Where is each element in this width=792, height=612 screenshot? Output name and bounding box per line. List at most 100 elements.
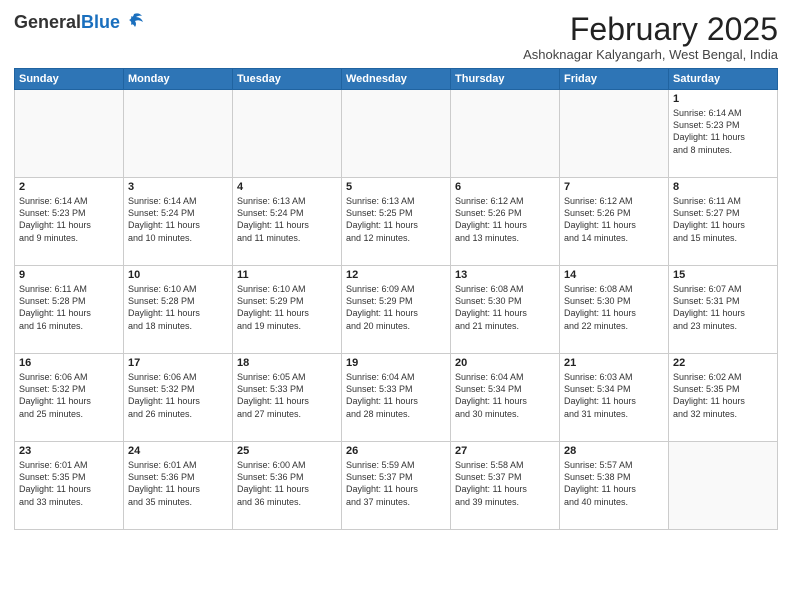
day-number: 6 [455,181,555,193]
col-tuesday: Tuesday [233,69,342,90]
table-row: 14Sunrise: 6:08 AM Sunset: 5:30 PM Dayli… [560,266,669,354]
month-title: February 2025 [523,12,778,47]
day-number: 13 [455,269,555,281]
logo-general-text: General [14,12,81,32]
table-row [451,90,560,178]
col-saturday: Saturday [669,69,778,90]
col-sunday: Sunday [15,69,124,90]
table-row: 24 Sunrise: 6:01 AM Sunset: 5:36 PM Dayli… [124,442,233,530]
day-number: 2 [19,181,119,193]
day-number: 14 [564,269,664,281]
day-info: Sunrise: 6:06 AM Sunset: 5:32 PM Dayligh… [19,371,119,420]
day-number: 11 [237,269,337,281]
day-number: 26 [346,445,446,457]
col-wednesday: Wednesday [342,69,451,90]
day-info: Sunrise: 6:10 AM Sunset: 5:29 PM Dayligh… [237,283,337,332]
table-row [15,90,124,178]
day-number: 16 [19,357,119,369]
table-row: 17 Sunrise: 6:06 AM Sunset: 5:32 PM Dayli… [124,354,233,442]
day-number: 23 [19,445,119,457]
day-number: 19 [346,357,446,369]
day-number: 8 [673,181,773,193]
day-number: 17 [128,357,228,369]
calendar-week-row: 16 Sunrise: 6:06 AM Sunset: 5:32 PM Dayli… [15,354,778,442]
day-number: 15 [673,269,773,281]
day-info: Sunrise: 5:57 AM Sunset: 5:38 PM Dayligh… [564,459,664,508]
logo-blue-text: Blue [81,12,120,32]
day-info: Sunrise: 6:14 AM Sunset: 5:24 PM Dayligh… [128,195,228,244]
day-info: Sunrise: 6:10 AM Sunset: 5:28 PM Dayligh… [128,283,228,332]
day-number: 24 [128,445,228,457]
day-number: 25 [237,445,337,457]
day-info: Sunrise: 6:14 AM Sunset: 5:23 PM Dayligh… [19,195,119,244]
page: GeneralBlue February 2025 Ashoknagar Kal… [0,0,792,612]
table-row: 16 Sunrise: 6:06 AM Sunset: 5:32 PM Dayli… [15,354,124,442]
table-row: 6Sunrise: 6:12 AM Sunset: 5:26 PM Daylig… [451,178,560,266]
table-row: 18 Sunrise: 6:05 AM Sunset: 5:33 PM Dayli… [233,354,342,442]
calendar-week-row: 9 Sunrise: 6:11 AM Sunset: 5:28 PM Daylig… [15,266,778,354]
table-row: 7Sunrise: 6:12 AM Sunset: 5:26 PM Daylig… [560,178,669,266]
table-row: 11 Sunrise: 6:10 AM Sunset: 5:29 PM Dayli… [233,266,342,354]
table-row: 25 Sunrise: 6:00 AM Sunset: 5:36 PM Dayli… [233,442,342,530]
table-row: 1Sunrise: 6:14 AM Sunset: 5:23 PM Daylig… [669,90,778,178]
calendar-week-row: 2 Sunrise: 6:14 AM Sunset: 5:23 PM Daylig… [15,178,778,266]
title-block: February 2025 Ashoknagar Kalyangarh, Wes… [523,12,778,62]
table-row: 9 Sunrise: 6:11 AM Sunset: 5:28 PM Daylig… [15,266,124,354]
table-row: 8 Sunrise: 6:11 AM Sunset: 5:27 PM Daylig… [669,178,778,266]
table-row: 13 Sunrise: 6:08 AM Sunset: 5:30 PM Dayli… [451,266,560,354]
day-info: Sunrise: 5:58 AM Sunset: 5:37 PM Dayligh… [455,459,555,508]
day-number: 20 [455,357,555,369]
day-number: 3 [128,181,228,193]
col-thursday: Thursday [451,69,560,90]
day-number: 18 [237,357,337,369]
day-info: Sunrise: 6:13 AM Sunset: 5:24 PM Dayligh… [237,195,337,244]
table-row: 27 Sunrise: 5:58 AM Sunset: 5:37 PM Dayli… [451,442,560,530]
table-row: 19Sunrise: 6:04 AM Sunset: 5:33 PM Dayli… [342,354,451,442]
table-row: 12 Sunrise: 6:09 AM Sunset: 5:29 PM Dayli… [342,266,451,354]
table-row [233,90,342,178]
calendar-table: Sunday Monday Tuesday Wednesday Thursday… [14,68,778,530]
header: GeneralBlue February 2025 Ashoknagar Kal… [14,12,778,62]
day-info: Sunrise: 6:01 AM Sunset: 5:35 PM Dayligh… [19,459,119,508]
table-row [669,442,778,530]
table-row [124,90,233,178]
day-info: Sunrise: 6:05 AM Sunset: 5:33 PM Dayligh… [237,371,337,420]
day-number: 10 [128,269,228,281]
calendar-week-row: 23 Sunrise: 6:01 AM Sunset: 5:35 PM Dayli… [15,442,778,530]
day-info: Sunrise: 6:11 AM Sunset: 5:27 PM Dayligh… [673,195,773,244]
day-info: Sunrise: 6:01 AM Sunset: 5:36 PM Dayligh… [128,459,228,508]
table-row [560,90,669,178]
table-row: 4 Sunrise: 6:13 AM Sunset: 5:24 PM Daylig… [233,178,342,266]
day-info: Sunrise: 6:11 AM Sunset: 5:28 PM Dayligh… [19,283,119,332]
day-info: Sunrise: 6:08 AM Sunset: 5:30 PM Dayligh… [455,283,555,332]
day-info: Sunrise: 6:09 AM Sunset: 5:29 PM Dayligh… [346,283,446,332]
day-info: Sunrise: 6:02 AM Sunset: 5:35 PM Dayligh… [673,371,773,420]
day-info: Sunrise: 6:07 AM Sunset: 5:31 PM Dayligh… [673,283,773,332]
table-row: 21Sunrise: 6:03 AM Sunset: 5:34 PM Dayli… [560,354,669,442]
calendar-week-row: 1Sunrise: 6:14 AM Sunset: 5:23 PM Daylig… [15,90,778,178]
day-number: 12 [346,269,446,281]
day-info: Sunrise: 6:06 AM Sunset: 5:32 PM Dayligh… [128,371,228,420]
table-row: 22 Sunrise: 6:02 AM Sunset: 5:35 PM Dayli… [669,354,778,442]
day-number: 9 [19,269,119,281]
day-number: 27 [455,445,555,457]
day-number: 28 [564,445,664,457]
table-row: 26Sunrise: 5:59 AM Sunset: 5:37 PM Dayli… [342,442,451,530]
day-number: 1 [673,93,773,105]
day-info: Sunrise: 6:00 AM Sunset: 5:36 PM Dayligh… [237,459,337,508]
logo-bird-icon [123,10,145,32]
day-number: 21 [564,357,664,369]
col-monday: Monday [124,69,233,90]
day-number: 4 [237,181,337,193]
table-row: 5Sunrise: 6:13 AM Sunset: 5:25 PM Daylig… [342,178,451,266]
table-row [342,90,451,178]
table-row: 15 Sunrise: 6:07 AM Sunset: 5:31 PM Dayli… [669,266,778,354]
day-number: 22 [673,357,773,369]
table-row: 2 Sunrise: 6:14 AM Sunset: 5:23 PM Daylig… [15,178,124,266]
calendar-header-row: Sunday Monday Tuesday Wednesday Thursday… [15,69,778,90]
logo: GeneralBlue [14,12,145,32]
day-info: Sunrise: 6:13 AM Sunset: 5:25 PM Dayligh… [346,195,446,244]
table-row: 23 Sunrise: 6:01 AM Sunset: 5:35 PM Dayli… [15,442,124,530]
table-row: 10 Sunrise: 6:10 AM Sunset: 5:28 PM Dayli… [124,266,233,354]
day-info: Sunrise: 6:04 AM Sunset: 5:34 PM Dayligh… [455,371,555,420]
